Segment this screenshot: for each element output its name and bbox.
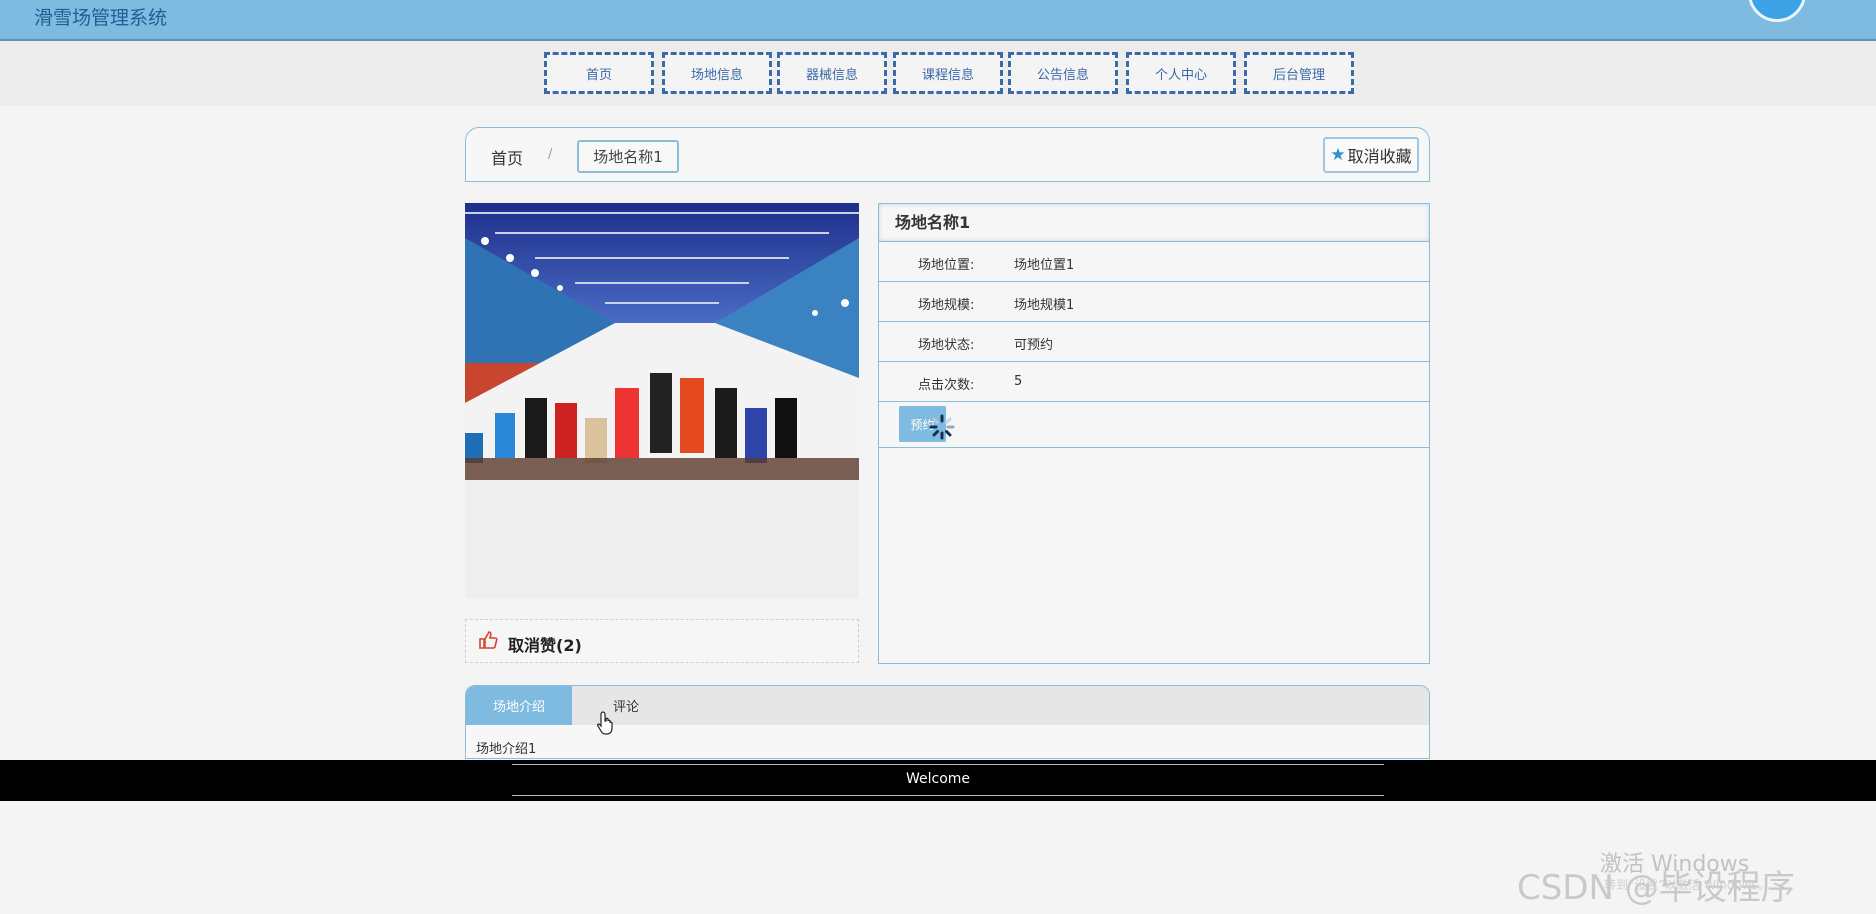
detail-value: 可预约 [1014,338,1054,353]
tab-venue-intro[interactable]: 场地介绍 [466,686,572,725]
nav-item-courses[interactable]: 课程信息 [893,52,1003,94]
nav-item-admin[interactable]: 后台管理 [1244,52,1354,94]
breadcrumb-separator: / [548,147,553,162]
unfavorite-button[interactable]: ★ 取消收藏 [1323,137,1419,173]
app-title: 滑雪场管理系统 [34,7,168,29]
nav-item-notices[interactable]: 公告信息 [1008,52,1118,94]
hand-cursor-icon [596,711,615,739]
detail-label: 场地位置: [918,258,975,273]
detail-row-clicks: 点击次数: 5 [879,362,1429,402]
detail-row-status: 场地状态: 可预约 [879,322,1429,362]
detail-label: 场地规模: [918,298,975,313]
detail-action-row: 预约 [879,402,1429,448]
breadcrumb: 首页 / 场地名称1 ★ 取消收藏 [465,127,1430,182]
nav-item-equipment[interactable]: 器械信息 [777,52,887,94]
detail-row-location: 场地位置: 场地位置1 [879,242,1429,282]
user-avatar[interactable] [1748,0,1806,22]
detail-label: 点击次数: [918,378,975,393]
star-icon: ★ [1330,145,1346,165]
nav-item-home[interactable]: 首页 [544,52,654,94]
venue-photo-image [465,203,859,598]
like-box[interactable]: 取消赞(2) [465,619,859,663]
main-nav: 首页 场地信息 器械信息 课程信息 公告信息 个人中心 后台管理 [0,41,1876,106]
venue-name: 场地名称1 [879,204,1429,242]
detail-label: 场地状态: [918,338,975,353]
breadcrumb-current: 场地名称1 [577,140,679,173]
footer-divider [512,795,1384,796]
breadcrumb-home[interactable]: 首页 [491,145,523,169]
detail-value: 场地规模1 [1014,298,1075,313]
nav-item-venues[interactable]: 场地信息 [662,52,772,94]
loading-spinner-icon [929,414,955,444]
footer-text: Welcome [905,771,971,787]
footer-divider [512,764,1384,765]
detail-value: 5 [1014,374,1023,389]
nav-item-personal-center[interactable]: 个人中心 [1126,52,1236,94]
unfavorite-label: 取消收藏 [1347,147,1412,166]
detail-value: 场地位置1 [1014,258,1075,273]
like-label: 取消赞(2) [508,636,582,655]
windows-activation-watermark: 激活 Windows [1600,852,1750,877]
detail-row-scale: 场地规模: 场地规模1 [879,282,1429,322]
venue-detail-panel: 场地名称1 场地位置: 场地位置1 场地规模: 场地规模1 场地状态: 可预约 … [878,203,1430,664]
tab-content: 场地介绍1 [476,742,537,757]
windows-activation-subtext: 转到“设置”以激活 Windows。 [1604,878,1770,892]
top-header: 滑雪场管理系统 [0,0,1876,41]
thumbs-up-icon [478,631,498,653]
footer: Welcome [0,760,1876,801]
venue-photo [465,203,859,598]
tab-comments[interactable]: 评论 [576,686,676,725]
